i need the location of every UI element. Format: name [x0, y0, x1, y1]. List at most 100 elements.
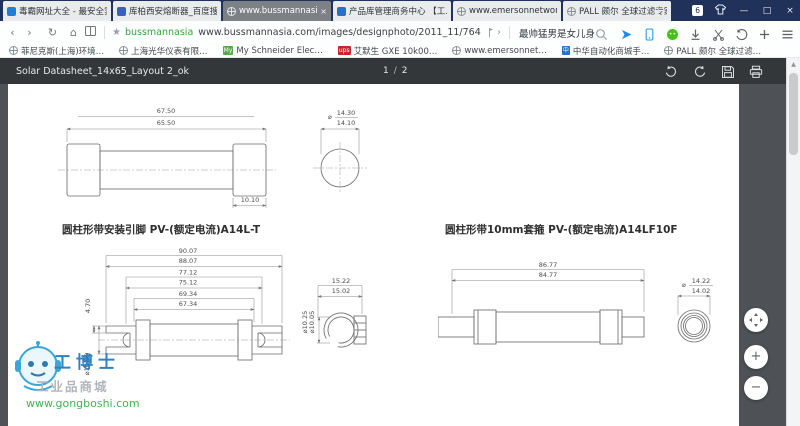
restore-button[interactable]: □ — [761, 6, 773, 16]
globe-icon — [664, 46, 673, 55]
search-input[interactable]: 最帅猛男是女儿身 — [519, 26, 595, 40]
globe-icon — [452, 46, 461, 55]
page-indicator: 1 / 2 — [383, 66, 408, 76]
zoom-out-button[interactable]: − — [744, 376, 768, 400]
globe-icon — [9, 46, 18, 55]
forward-button[interactable]: › — [21, 26, 38, 39]
dim-mid-max: 77.12 — [179, 269, 198, 277]
zhonghua-icon: 中 — [562, 46, 570, 55]
refresh-button[interactable]: ↻ — [44, 26, 61, 39]
page-divider: / — [394, 66, 397, 76]
tab-title: 库柏西安熔断器_百度搜索 — [129, 5, 217, 17]
home-button[interactable]: ⌂ — [65, 26, 82, 39]
screenshot-scissors-icon[interactable] — [712, 26, 725, 39]
tab-close-icon[interactable]: × — [320, 7, 327, 16]
mobile-sync-icon[interactable] — [643, 26, 656, 39]
page-current[interactable]: 1 — [383, 66, 389, 76]
bookmarks-bar: 菲尼克斯(上海)环境… 上海光华仪表有限… MyMy Schneider Ele… — [0, 44, 800, 58]
dim-length-min: 84.77 — [539, 271, 558, 279]
dim-clip-width-min: 15.02 — [332, 287, 351, 295]
vertical-scrollbar[interactable]: ▲ — [786, 58, 800, 426]
url-expand-chevron-icon[interactable]: › — [497, 27, 501, 38]
tab-bar: 毒霸网址大全 - 最安全实… 库柏西安熔断器_百度搜索 www.bussmann… — [0, 0, 800, 21]
baidu-favicon-icon — [117, 7, 126, 16]
dim-length-max: 67.50 — [157, 107, 176, 115]
divider — [104, 26, 105, 39]
dim-pin-thickness: 4.70 — [84, 299, 92, 313]
dim-dia-min: 14.02 — [692, 287, 711, 295]
bookmark-zhonghua-auto[interactable]: 中中华自动化商城手… — [562, 45, 650, 57]
zoom-in-button[interactable]: + — [744, 345, 768, 369]
diameter-symbol: ⌀ — [328, 113, 332, 121]
tab-baidu-search[interactable]: 库柏西安熔断器_百度搜索 — [113, 1, 221, 21]
tab-title: www.emersonnetworkp… — [469, 6, 557, 16]
minimize-button[interactable]: — — [738, 6, 750, 16]
bookmark-guanghua[interactable]: 上海光华仪表有限… — [119, 45, 208, 57]
menu-hamburger-icon[interactable] — [781, 26, 794, 39]
dim-clip-dia-min: ⌀10.05 — [308, 311, 316, 334]
history-undo-icon[interactable] — [735, 26, 748, 39]
page-total: 2 — [402, 66, 408, 76]
dim-dia-min: 14.10 — [337, 119, 356, 127]
figure-fuse-ferrule-side-view: 86.77 84.77 — [438, 260, 648, 348]
tab-emerson[interactable]: www.emersonnetworkp… — [453, 1, 561, 21]
figure-fuse-top-side-view: 67.50 65.50 10.10 — [58, 104, 288, 212]
globe-icon — [119, 46, 128, 55]
window-controls: + 6 — □ × — [653, 0, 796, 21]
scroll-up-icon[interactable]: ▲ — [787, 58, 800, 71]
search-icon[interactable] — [595, 26, 608, 39]
dim-clip-width-max: 15.22 — [332, 277, 351, 285]
pin-icon[interactable] — [485, 23, 494, 42]
figure-end-view-bottom: ⌀ 14.22 14.02 — [663, 275, 723, 351]
pdf-document-title: Solar Datasheet_14x65_Layout 2_ok — [16, 66, 189, 77]
bookmark-phoenix[interactable]: 菲尼克斯(上海)环境… — [9, 45, 104, 57]
close-button[interactable]: × — [784, 6, 796, 16]
watermark-subtitle: 工业品商城 — [36, 376, 109, 395]
my-schneider-icon: My — [223, 46, 234, 55]
add-extension-icon[interactable] — [758, 26, 771, 39]
globe-favicon-icon — [227, 7, 236, 16]
ups-icon: ups — [338, 46, 351, 55]
tab-title: 产品库管理商务中心 【工… — [349, 5, 447, 17]
fit-to-page-button[interactable] — [744, 308, 768, 332]
dim-inner-max: 69.34 — [179, 290, 198, 298]
url-field[interactable]: www.bussmannasia.com/images/designphoto/… — [198, 27, 481, 38]
site-label: bussmannasia — [125, 27, 193, 38]
dim-mid-min: 75.12 — [179, 279, 198, 287]
print-icon[interactable] — [749, 64, 763, 78]
tab-duba-home[interactable]: 毒霸网址大全 - 最安全实… — [3, 1, 111, 21]
wechat-icon[interactable] — [666, 26, 679, 39]
bookmark-emersonnet[interactable]: www.emersonnet… — [452, 46, 546, 56]
tab-strip: 毒霸网址大全 - 最安全实… 库柏西安熔断器_百度搜索 www.bussmann… — [2, 0, 672, 21]
save-icon[interactable] — [721, 64, 735, 78]
download-count-badge[interactable]: 6 — [692, 5, 703, 16]
dim-length-max: 86.77 — [539, 261, 558, 269]
share-send-icon[interactable] — [620, 26, 633, 39]
scrollbar-thumb[interactable] — [789, 73, 798, 155]
caption-fuse-with-pins: 圆柱形带安装引脚 PV-(额定电流)A14L-T — [62, 222, 260, 237]
rotate-ccw-icon[interactable] — [664, 64, 678, 78]
address-bar-actions — [620, 26, 794, 39]
watermark-brand: 工博士 — [54, 348, 120, 373]
skin-theme-icon[interactable] — [714, 1, 727, 20]
rotate-cw-icon[interactable] — [693, 64, 707, 78]
duba-favicon-icon — [7, 7, 16, 16]
bookmark-schneider[interactable]: MyMy Schneider Elec… — [223, 46, 323, 56]
app-favicon-icon — [337, 7, 346, 16]
dim-overall-max: 90.07 — [179, 247, 198, 255]
dim-dia-max: 14.30 — [337, 109, 356, 117]
figure-mounting-clip: 15.22 15.02 ⌀10.25 ⌀10.05 — [302, 276, 372, 358]
tab-product-center[interactable]: 产品库管理商务中心 【工… — [333, 1, 451, 21]
tab-title: www.bussmannasia.co… — [239, 6, 317, 16]
pdf-toolbar: Solar Datasheet_14x65_Layout 2_ok 1 / 2 — [0, 58, 786, 84]
tab-title: 毒霸网址大全 - 最安全实… — [19, 5, 107, 17]
bookmark-pall[interactable]: PALL 颇尔 全球过滤… — [664, 45, 761, 57]
reader-mode-icon[interactable] — [82, 26, 99, 39]
bookmark-star-icon[interactable]: ★ — [112, 27, 121, 38]
dim-overall-min: 88.07 — [179, 257, 198, 265]
bookmark-emerson-gxe[interactable]: ups艾默生 GXE 10k00… — [338, 45, 438, 57]
download-icon[interactable] — [689, 26, 702, 39]
new-tab-button[interactable]: + — [653, 4, 663, 18]
back-button[interactable]: ‹ — [4, 26, 21, 39]
tab-bussmannasia-active[interactable]: www.bussmannasia.co… × — [223, 1, 331, 21]
